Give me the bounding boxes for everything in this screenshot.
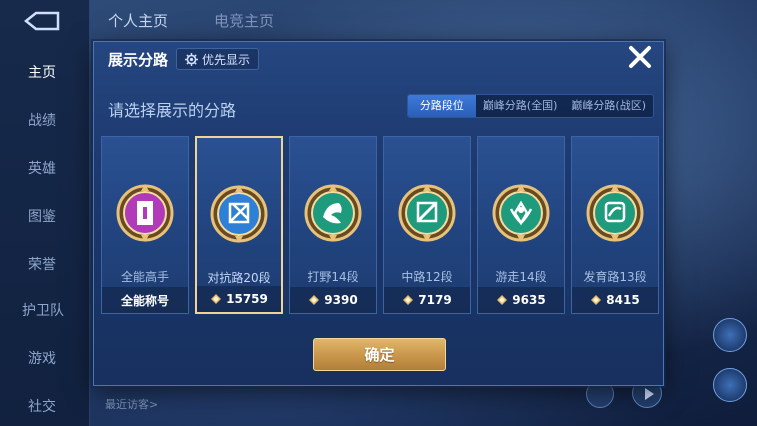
lane-card-label: 对抗路20段 (207, 271, 271, 285)
rank-points-icon (497, 295, 508, 305)
lane-card-label: 全能高手 (120, 270, 169, 284)
farm-lane-badge-icon (585, 183, 645, 243)
lane-card-value: 全能称号 (120, 293, 169, 308)
sidebar-item-codex[interactable]: 图鉴 (28, 206, 56, 226)
lane-card[interactable]: 发育路13段 8415 (571, 136, 659, 314)
right-rail-button-1[interactable] (713, 318, 747, 352)
lane-card-label: 发育路13段 (583, 270, 647, 284)
lane-card-value-row: 9635 (478, 287, 564, 313)
lane-type-tabs: 分路段位 巅峰分路(全国) 巅峰分路(战区) (406, 94, 654, 118)
all-rounder-badge-icon (115, 183, 175, 243)
close-icon (629, 46, 651, 68)
gear-icon (185, 52, 199, 66)
back-button[interactable] (22, 10, 62, 32)
jungle-badge-icon (303, 183, 363, 243)
lane-card-value: 8415 (606, 293, 640, 307)
lane-card-value-row: 15759 (197, 286, 281, 312)
sidebar-item-record[interactable]: 战绩 (28, 110, 56, 130)
lane-card-value: 7179 (418, 293, 452, 307)
lane-card[interactable]: 全能高手 全能称号 (101, 136, 189, 314)
sidebar-item-heroes[interactable]: 英雄 (28, 158, 56, 178)
tab-peak-national[interactable]: 巅峰分路(全国) (476, 95, 565, 117)
lane-card-value: 9390 (324, 293, 358, 307)
tab-lane-rank[interactable]: 分路段位 (407, 95, 476, 117)
roam-badge-icon (491, 183, 551, 243)
lane-card-value-row: 8415 (572, 287, 658, 313)
dialog-subtitle: 请选择展示的分路 (108, 101, 237, 120)
rank-points-icon (403, 295, 414, 305)
sidebar-item-social[interactable]: 社交 (28, 396, 56, 416)
tab-peak-region[interactable]: 巅峰分路(战区) (564, 95, 653, 117)
recent-visitors[interactable]: 最近访客> (105, 396, 158, 412)
lane-card-label: 游走14段 (495, 270, 547, 284)
lane-card-value-row: 全能称号 (102, 287, 188, 313)
lane-card-value-row: 7179 (384, 287, 470, 313)
tab-personal-home[interactable]: 个人主页 (108, 10, 168, 31)
sidebar-item-honor[interactable]: 荣誉 (28, 254, 56, 274)
lane-display-dialog: 展示分路 优先显示 请选择展示的分路 分路段位 巅峰分路(全国) 巅峰分路(战区… (93, 41, 664, 386)
top-tabs: 个人主页 电竞主页 (108, 10, 274, 31)
sidebar-item-home[interactable]: 主页 (28, 62, 56, 82)
lane-card[interactable]: 打野14段 9390 (289, 136, 377, 314)
dialog-header: 展示分路 优先显示 (108, 48, 260, 70)
dialog-title: 展示分路 (108, 50, 169, 69)
lane-card-value: 15759 (226, 292, 268, 306)
sidebar-item-guard[interactable]: 护卫队 (22, 300, 64, 320)
lane-card-value-row: 9390 (290, 287, 376, 313)
back-arrow-icon (23, 11, 60, 31)
lane-card-label: 打野14段 (307, 270, 359, 284)
lane-card[interactable]: 对抗路20段 15759 (195, 136, 283, 314)
rank-points-icon (211, 294, 222, 304)
sidebar: 主页 战绩 英雄 图鉴 荣誉 护卫队 游戏 社交 (0, 0, 90, 426)
lane-card[interactable]: 游走14段 9635 (477, 136, 565, 314)
priority-display-button[interactable]: 优先显示 (176, 48, 260, 70)
lane-card-value: 9635 (512, 293, 546, 307)
rank-points-icon (591, 295, 602, 305)
close-button[interactable] (627, 44, 653, 70)
priority-display-label: 优先显示 (202, 52, 251, 67)
right-rail-button-2[interactable] (713, 368, 747, 402)
lane-card[interactable]: 中路12段 7179 (383, 136, 471, 314)
tab-esports-home[interactable]: 电竞主页 (214, 10, 274, 31)
lane-card-label: 中路12段 (401, 270, 453, 284)
clash-lane-badge-icon (209, 184, 269, 244)
rank-points-icon (309, 295, 320, 305)
mid-lane-badge-icon (397, 183, 457, 243)
lane-cards: 全能高手 全能称号 对抗路20段 15759 打野14段 9390 中路12段 7179 游走1… (101, 136, 659, 314)
confirm-button[interactable]: 确定 (313, 338, 446, 371)
sidebar-item-game[interactable]: 游戏 (28, 348, 56, 368)
